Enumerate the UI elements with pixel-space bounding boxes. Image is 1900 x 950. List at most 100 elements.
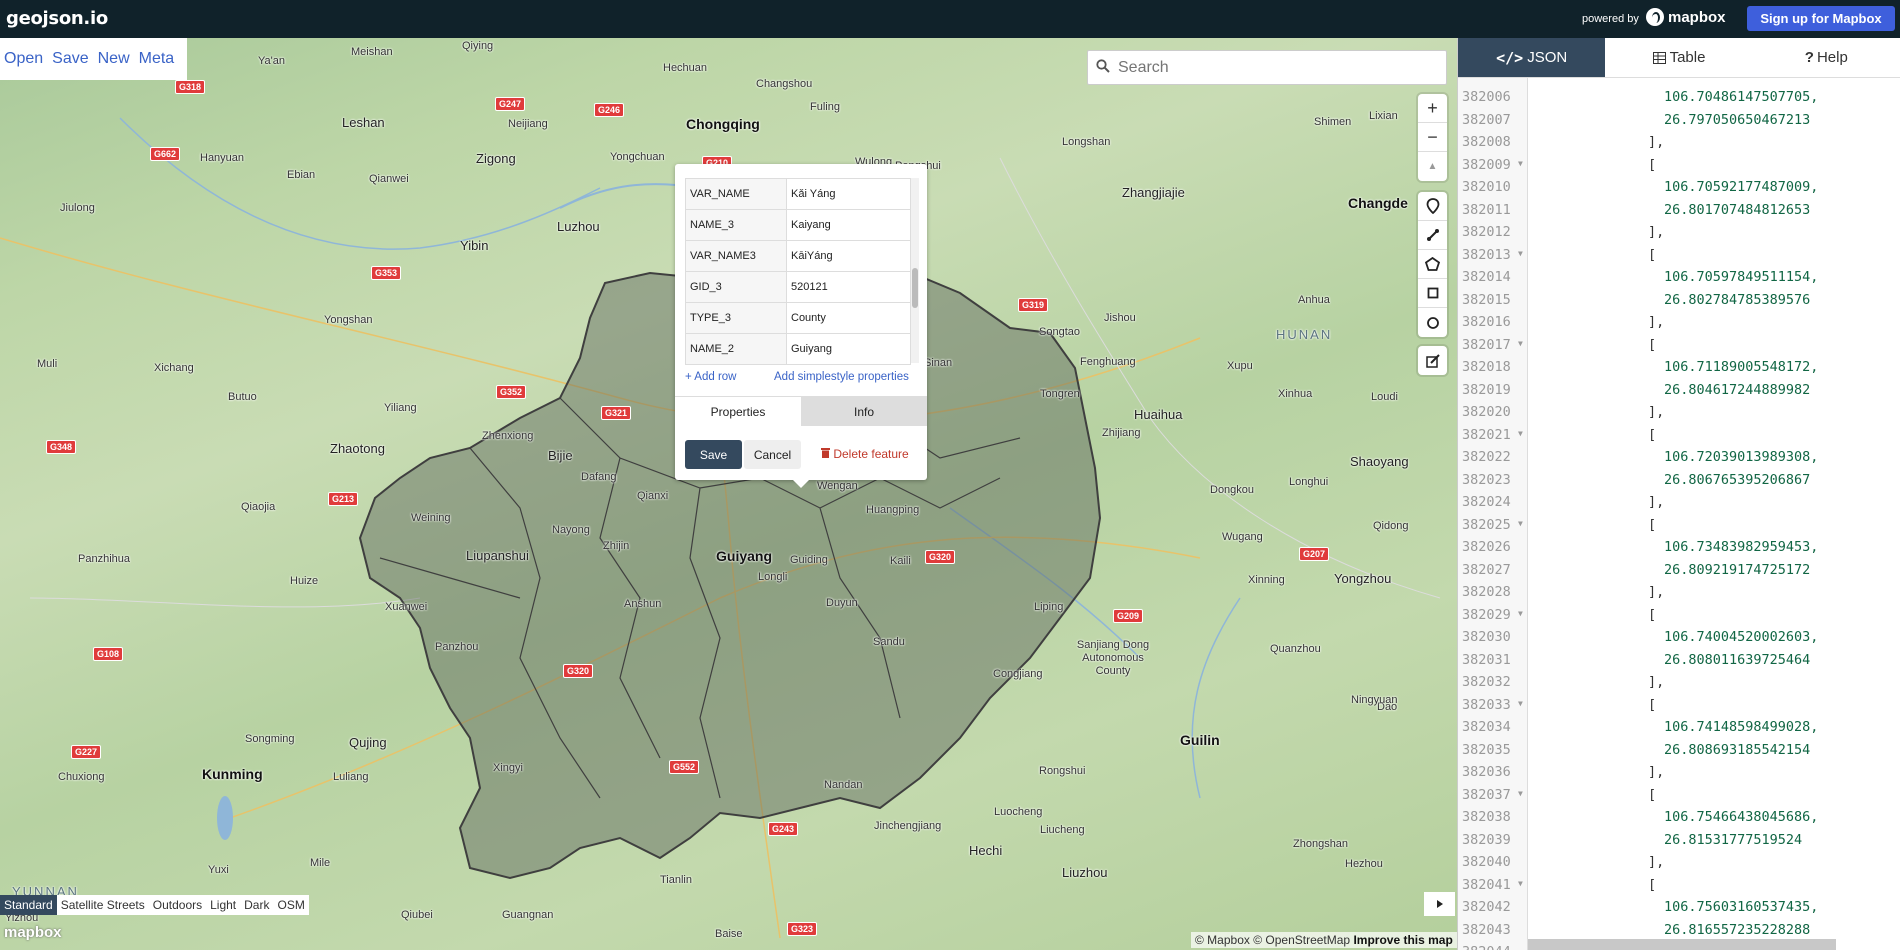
code-line[interactable]: 382028],	[1458, 583, 1900, 606]
popup-scrollbar[interactable]	[911, 178, 919, 363]
delete-feature-button[interactable]: Delete feature	[821, 447, 909, 461]
attribution-osm[interactable]: © OpenStreetMap	[1253, 933, 1350, 947]
code-line[interactable]: 382039 26.81531777519524	[1458, 831, 1900, 854]
code-line[interactable]: 382033 ▼ [	[1458, 696, 1900, 719]
tab-help[interactable]: ? Help	[1753, 38, 1900, 77]
tab-table[interactable]: Table	[1605, 38, 1752, 77]
code-line[interactable]: 382010 106.70592177487009,	[1458, 178, 1900, 201]
marker-tool-button[interactable]	[1418, 192, 1447, 221]
save-menu[interactable]: Save	[52, 50, 92, 68]
fold-toggle-icon[interactable]: ▼	[1518, 429, 1523, 438]
horizontal-scrollbar[interactable]	[1528, 939, 1836, 950]
tab-info[interactable]: Info	[801, 397, 927, 426]
code-line[interactable]: 382036],	[1458, 763, 1900, 786]
line-tool-button[interactable]	[1418, 221, 1447, 250]
fold-toggle-icon[interactable]: ▼	[1518, 249, 1523, 258]
property-key[interactable]: GID_3	[685, 271, 787, 303]
app-logo[interactable]: geojson.io	[6, 8, 108, 29]
meta-menu[interactable]: Meta	[139, 50, 179, 68]
code-line[interactable]: 382031 26.808011639725464	[1458, 651, 1900, 674]
property-value[interactable]: KāiYáng	[786, 240, 911, 272]
improve-map-link[interactable]: Improve this map	[1353, 933, 1452, 947]
code-line[interactable]: 382013 ▼ [	[1458, 246, 1900, 269]
property-key[interactable]: VAR_NAME	[685, 178, 787, 210]
code-line[interactable]: 382008],	[1458, 133, 1900, 156]
tab-json[interactable]: </> JSON	[1458, 38, 1606, 77]
code-line[interactable]: 382023 26.806765395206867	[1458, 471, 1900, 494]
fold-toggle-icon[interactable]: ▼	[1518, 339, 1523, 348]
polygon-tool-button[interactable]	[1418, 250, 1447, 279]
style-standard[interactable]: Standard	[0, 895, 57, 915]
json-editor[interactable]: 382006 106.70486147507705, 382007 26.797050…	[1458, 78, 1900, 950]
style-light[interactable]: Light	[206, 895, 240, 915]
code-line[interactable]: 382041 ▼ [	[1458, 876, 1900, 899]
scrollbar-thumb[interactable]	[912, 268, 918, 308]
new-menu[interactable]: New	[98, 50, 134, 68]
property-key[interactable]: TYPE_3	[685, 302, 787, 334]
code-line[interactable]: 382026 106.73483982959453,	[1458, 538, 1900, 561]
code-line[interactable]: 382038 106.75466438045686,	[1458, 808, 1900, 831]
open-menu[interactable]: Open	[4, 50, 47, 68]
fold-toggle-icon[interactable]: ▼	[1518, 789, 1523, 798]
collapse-sidebar-button[interactable]	[1424, 892, 1455, 916]
code-line[interactable]: 382018 106.71189005548172,	[1458, 358, 1900, 381]
style-outdoors[interactable]: Outdoors	[149, 895, 206, 915]
code-line[interactable]: 382009 ▼ [	[1458, 156, 1900, 179]
code-line[interactable]: 382035 26.808693185542154	[1458, 741, 1900, 764]
code-line[interactable]: 382006 106.70486147507705,	[1458, 88, 1900, 111]
code-line[interactable]: 382007 26.797050650467213	[1458, 111, 1900, 134]
zoom-out-button[interactable]: −	[1418, 123, 1447, 152]
fold-toggle-icon[interactable]: ▼	[1518, 519, 1523, 528]
property-value[interactable]: Guiyang	[786, 333, 911, 365]
zoom-in-button[interactable]: +	[1418, 94, 1447, 123]
rectangle-tool-button[interactable]	[1418, 279, 1447, 308]
property-key[interactable]: VAR_NAME3	[685, 240, 787, 272]
property-key[interactable]: NAME_3	[685, 209, 787, 241]
mapbox-brand[interactable]: mapbox	[1646, 8, 1726, 26]
code-line[interactable]: 382030 106.74004520002603,	[1458, 628, 1900, 651]
edit-button[interactable]	[1418, 346, 1447, 375]
code-line[interactable]: 382032],	[1458, 673, 1900, 696]
save-button[interactable]: Save	[685, 440, 742, 469]
code-line[interactable]: 382014 106.70597849511154,	[1458, 268, 1900, 291]
code-line[interactable]: 382017 ▼ [	[1458, 336, 1900, 359]
code-line[interactable]: 382037 ▼ [	[1458, 786, 1900, 809]
code-line[interactable]: 382012],	[1458, 223, 1900, 246]
tab-properties[interactable]: Properties	[675, 397, 801, 426]
property-value[interactable]: 520121	[786, 271, 911, 303]
code-line[interactable]: 382011 26.801707484812653	[1458, 201, 1900, 224]
code-line[interactable]: 382021 ▼ [	[1458, 426, 1900, 449]
compass-button[interactable]: ▲	[1418, 152, 1447, 181]
code-line[interactable]: 382019 26.804617244889982	[1458, 381, 1900, 404]
add-simplestyle-link[interactable]: Add simplestyle properties	[774, 371, 909, 383]
style-satellite-streets[interactable]: Satellite Streets	[57, 895, 149, 915]
code-line[interactable]: 382040],	[1458, 853, 1900, 876]
code-line[interactable]: 382016],	[1458, 313, 1900, 336]
fold-toggle-icon[interactable]: ▼	[1518, 879, 1523, 888]
property-key[interactable]: NAME_2	[685, 333, 787, 365]
code-line[interactable]: 382024],	[1458, 493, 1900, 516]
property-value[interactable]: County	[786, 302, 911, 334]
code-line[interactable]: 382034 106.74148598499028,	[1458, 718, 1900, 741]
circle-tool-button[interactable]	[1418, 308, 1447, 337]
add-row-link[interactable]: + Add row	[685, 371, 736, 383]
style-dark[interactable]: Dark	[240, 895, 273, 915]
code-line[interactable]: 382022 106.72039013989308,	[1458, 448, 1900, 471]
fold-toggle-icon[interactable]: ▼	[1518, 159, 1523, 168]
property-value[interactable]: Kaiyang	[786, 209, 911, 241]
signup-button[interactable]: Sign up for Mapbox	[1747, 6, 1895, 31]
style-osm[interactable]: OSM	[273, 895, 308, 915]
code-line[interactable]: 382029 ▼ [	[1458, 606, 1900, 629]
code-line[interactable]: 382027 26.809219174725172	[1458, 561, 1900, 584]
attribution-mapbox[interactable]: © Mapbox	[1195, 933, 1250, 947]
code-line[interactable]: 382042 106.75603160537435,	[1458, 898, 1900, 921]
cancel-button[interactable]: Cancel	[744, 440, 801, 469]
search-input[interactable]	[1118, 58, 1428, 77]
code-line[interactable]: 382020],	[1458, 403, 1900, 426]
fold-toggle-icon[interactable]: ▼	[1518, 699, 1523, 708]
property-value[interactable]: Kǎi Yáng	[786, 178, 911, 210]
code-line[interactable]: 382015 26.802784785389576	[1458, 291, 1900, 314]
code-line[interactable]: 382025 ▼ [	[1458, 516, 1900, 539]
mapbox-watermark[interactable]: mapbox	[4, 924, 62, 941]
fold-toggle-icon[interactable]: ▼	[1518, 609, 1523, 618]
